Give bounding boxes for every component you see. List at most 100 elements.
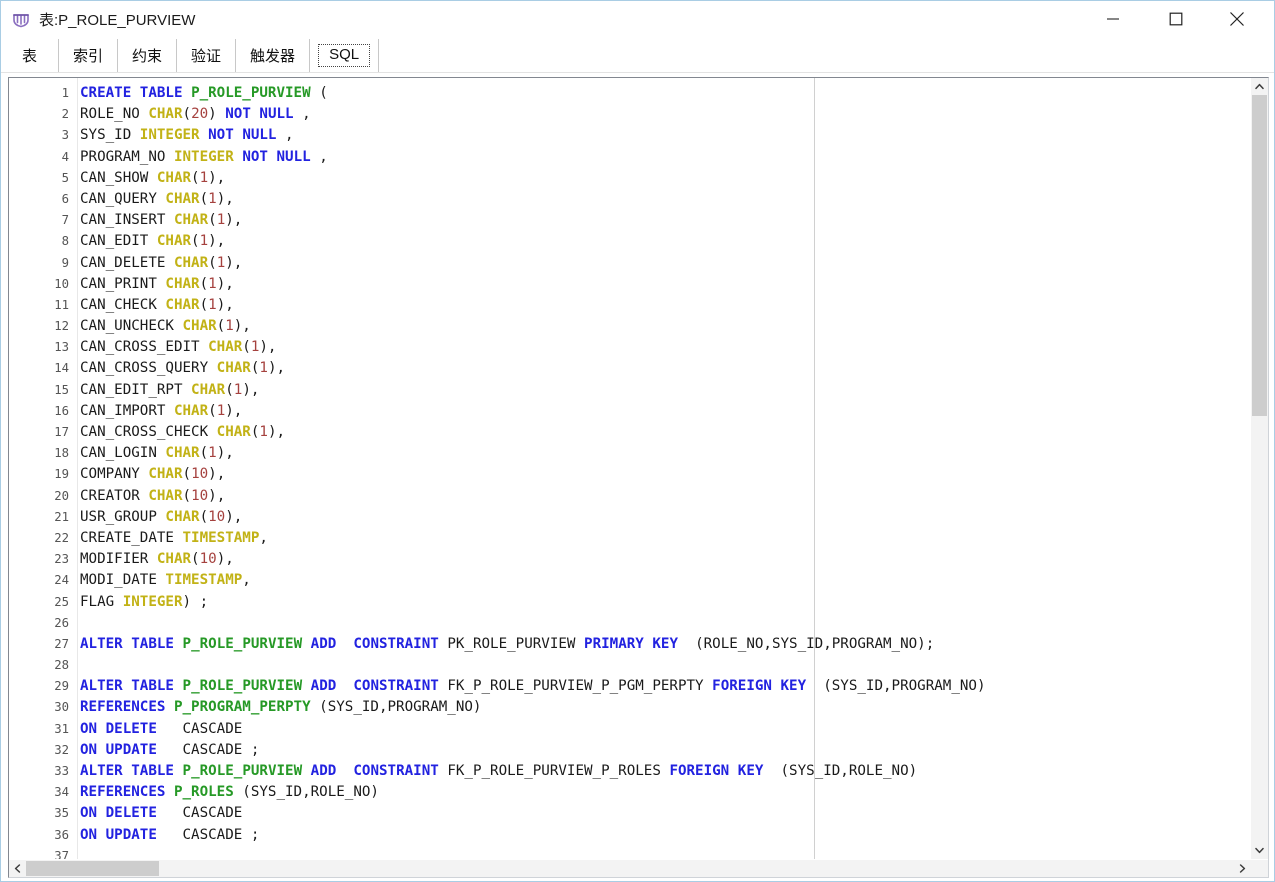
code-line: 26 (9, 613, 1250, 634)
line-number: 23 (54, 552, 69, 567)
line-number: 28 (54, 658, 69, 673)
code-line-text: CAN_CROSS_EDIT CHAR(1), (80, 339, 277, 356)
line-number: 30 (54, 700, 69, 715)
line-number: 7 (61, 213, 69, 228)
code-line: 33 ALTER TABLE P_ROLE_PURVIEW ADD CONSTRA… (9, 761, 1250, 782)
code-line-text: ALTER TABLE P_ROLE_PURVIEW ADD CONSTRAIN… (80, 635, 935, 652)
code-line-text: FLAG INTEGER) ; (80, 593, 209, 610)
line-number: 21 (54, 509, 69, 524)
line-number: 1 (61, 86, 69, 100)
code-line: 24 MODI_DATE TIMESTAMP, (9, 570, 1250, 591)
line-number: 11 (54, 297, 69, 312)
code-line: 16 CAN_IMPORT CHAR(1), (9, 401, 1250, 422)
code-line-text: ON DELETE CASCADE (80, 720, 243, 737)
tab-table[interactable]: 表 (1, 39, 59, 72)
code-line-text: ALTER TABLE P_ROLE_PURVIEW ADD CONSTRAIN… (80, 763, 918, 779)
line-number: 8 (61, 234, 69, 249)
code-line: 9 CAN_DELETE CHAR(1), (9, 253, 1250, 274)
code-line: 23 MODIFIER CHAR(10), (9, 549, 1250, 570)
code-line-text: CAN_UNCHECK CHAR(1), (80, 318, 251, 335)
vertical-scroll-thumb[interactable] (1252, 95, 1267, 417)
code-line-text: COMPANY CHAR(10), (80, 466, 226, 483)
sql-source-text[interactable]: 1 CREATE TABLE P_ROLE_PURVIEW (2 ROLE_NO C… (9, 83, 1250, 859)
vertical-scroll-track[interactable] (1251, 95, 1268, 842)
table-app-icon (10, 9, 32, 31)
line-number: 27 (54, 636, 69, 651)
code-line: 19 COMPANY CHAR(10), (9, 464, 1250, 485)
horizontal-scroll-thumb[interactable] (26, 861, 159, 876)
code-line: 18 CAN_LOGIN CHAR(1), (9, 443, 1250, 464)
tab-index[interactable]: 索引 (59, 39, 119, 72)
code-line-text: CAN_LOGIN CHAR(1), (80, 445, 234, 462)
vertical-scrollbar[interactable] (1250, 78, 1268, 859)
line-number: 12 (54, 319, 69, 334)
code-line: 34 REFERENCES P_ROLES (SYS_ID,ROLE_NO) (9, 782, 1250, 803)
code-line-text: CAN_PRINT CHAR(1), (80, 275, 234, 292)
line-number: 25 (54, 594, 69, 609)
tab-label: 验证 (191, 48, 222, 65)
code-line: 31 ON DELETE CASCADE (9, 719, 1250, 740)
code-line-text: MODIFIER CHAR(10), (80, 551, 234, 568)
line-number: 33 (54, 764, 69, 778)
code-line-text: SYS_ID INTEGER NOT NULL , (80, 127, 294, 144)
line-number: 26 (54, 615, 69, 630)
code-line: 6 CAN_QUERY CHAR(1), (9, 189, 1250, 210)
window-title: 表:P_ROLE_PURVIEW (39, 12, 196, 29)
code-line: 29 ALTER TABLE P_ROLE_PURVIEW ADD CONSTRA… (9, 676, 1250, 697)
line-number: 35 (54, 806, 69, 821)
code-line: 32 ON UPDATE CASCADE ; (9, 740, 1250, 761)
line-number: 15 (54, 382, 69, 397)
line-number: 10 (54, 276, 69, 291)
code-line: 30 REFERENCES P_PROGRAM_PERPTY (SYS_ID,PR… (9, 697, 1250, 718)
tab-validation[interactable]: 验证 (177, 39, 237, 72)
code-line: 5 CAN_SHOW CHAR(1), (9, 168, 1250, 189)
tab-label: SQL (318, 44, 371, 67)
line-number: 37 (54, 848, 69, 859)
horizontal-scrollbar[interactable] (9, 859, 1268, 877)
code-line: 35 ON DELETE CASCADE (9, 803, 1250, 824)
code-line-text: CAN_SHOW CHAR(1), (80, 169, 226, 186)
sql-code-area[interactable]: 1 CREATE TABLE P_ROLE_PURVIEW (2 ROLE_NO C… (9, 78, 1250, 859)
line-number: 32 (54, 742, 69, 757)
line-number: 29 (54, 679, 69, 694)
tab-constraint[interactable]: 约束 (118, 39, 178, 72)
tab-label: 约束 (132, 48, 163, 65)
chevron-up-icon[interactable] (1251, 78, 1268, 95)
chevron-right-icon[interactable] (1234, 860, 1251, 877)
chevron-down-icon[interactable] (1251, 842, 1268, 859)
code-line: 11 CAN_CHECK CHAR(1), (9, 295, 1250, 316)
title-bar: 表:P_ROLE_PURVIEW (1, 1, 1274, 39)
line-number: 13 (54, 340, 69, 355)
code-line-text: CAN_EDIT_RPT CHAR(1), (80, 381, 260, 398)
code-line: 12 CAN_UNCHECK CHAR(1), (9, 316, 1250, 337)
line-number: 36 (54, 827, 69, 842)
code-line-text: MODI_DATE TIMESTAMP, (80, 572, 251, 589)
tab-label: 表 (21, 48, 37, 65)
code-line-text: CAN_QUERY CHAR(1), (80, 190, 234, 207)
close-icon[interactable] (1214, 1, 1260, 37)
sql-editor-panel: 1 CREATE TABLE P_ROLE_PURVIEW (2 ROLE_NO C… (8, 77, 1269, 878)
code-line-text: CREATE_DATE TIMESTAMP, (80, 529, 268, 546)
code-line: 37 (9, 846, 1250, 859)
code-line: 22 CREATE_DATE TIMESTAMP, (9, 528, 1250, 549)
right-margin-guide (814, 78, 815, 859)
code-line-text: REFERENCES P_ROLES (SYS_ID,ROLE_NO) (80, 784, 379, 801)
line-number: 9 (61, 255, 69, 270)
code-line-text: ON UPDATE CASCADE ; (80, 826, 260, 843)
code-line-text: PROGRAM_NO INTEGER NOT NULL , (80, 148, 328, 165)
code-line-text: CREATE TABLE P_ROLE_PURVIEW ( (80, 85, 328, 101)
tab-trigger[interactable]: 触发器 (236, 39, 311, 72)
line-number: 17 (54, 425, 69, 439)
line-number: 5 (61, 170, 69, 185)
line-number: 18 (54, 446, 69, 461)
horizontal-scroll-track[interactable] (26, 860, 1234, 877)
line-number: 24 (54, 573, 69, 588)
tab-label: 触发器 (250, 48, 296, 65)
maximize-icon[interactable] (1153, 1, 1199, 37)
code-line: 28 (9, 655, 1250, 676)
code-line-text: REFERENCES P_PROGRAM_PERPTY (SYS_ID,PROG… (80, 699, 482, 716)
chevron-left-icon[interactable] (9, 860, 26, 877)
code-line: 20 CREATOR CHAR(10), (9, 486, 1250, 507)
minimize-icon[interactable] (1090, 1, 1136, 37)
tab-sql[interactable]: SQL (310, 39, 380, 72)
